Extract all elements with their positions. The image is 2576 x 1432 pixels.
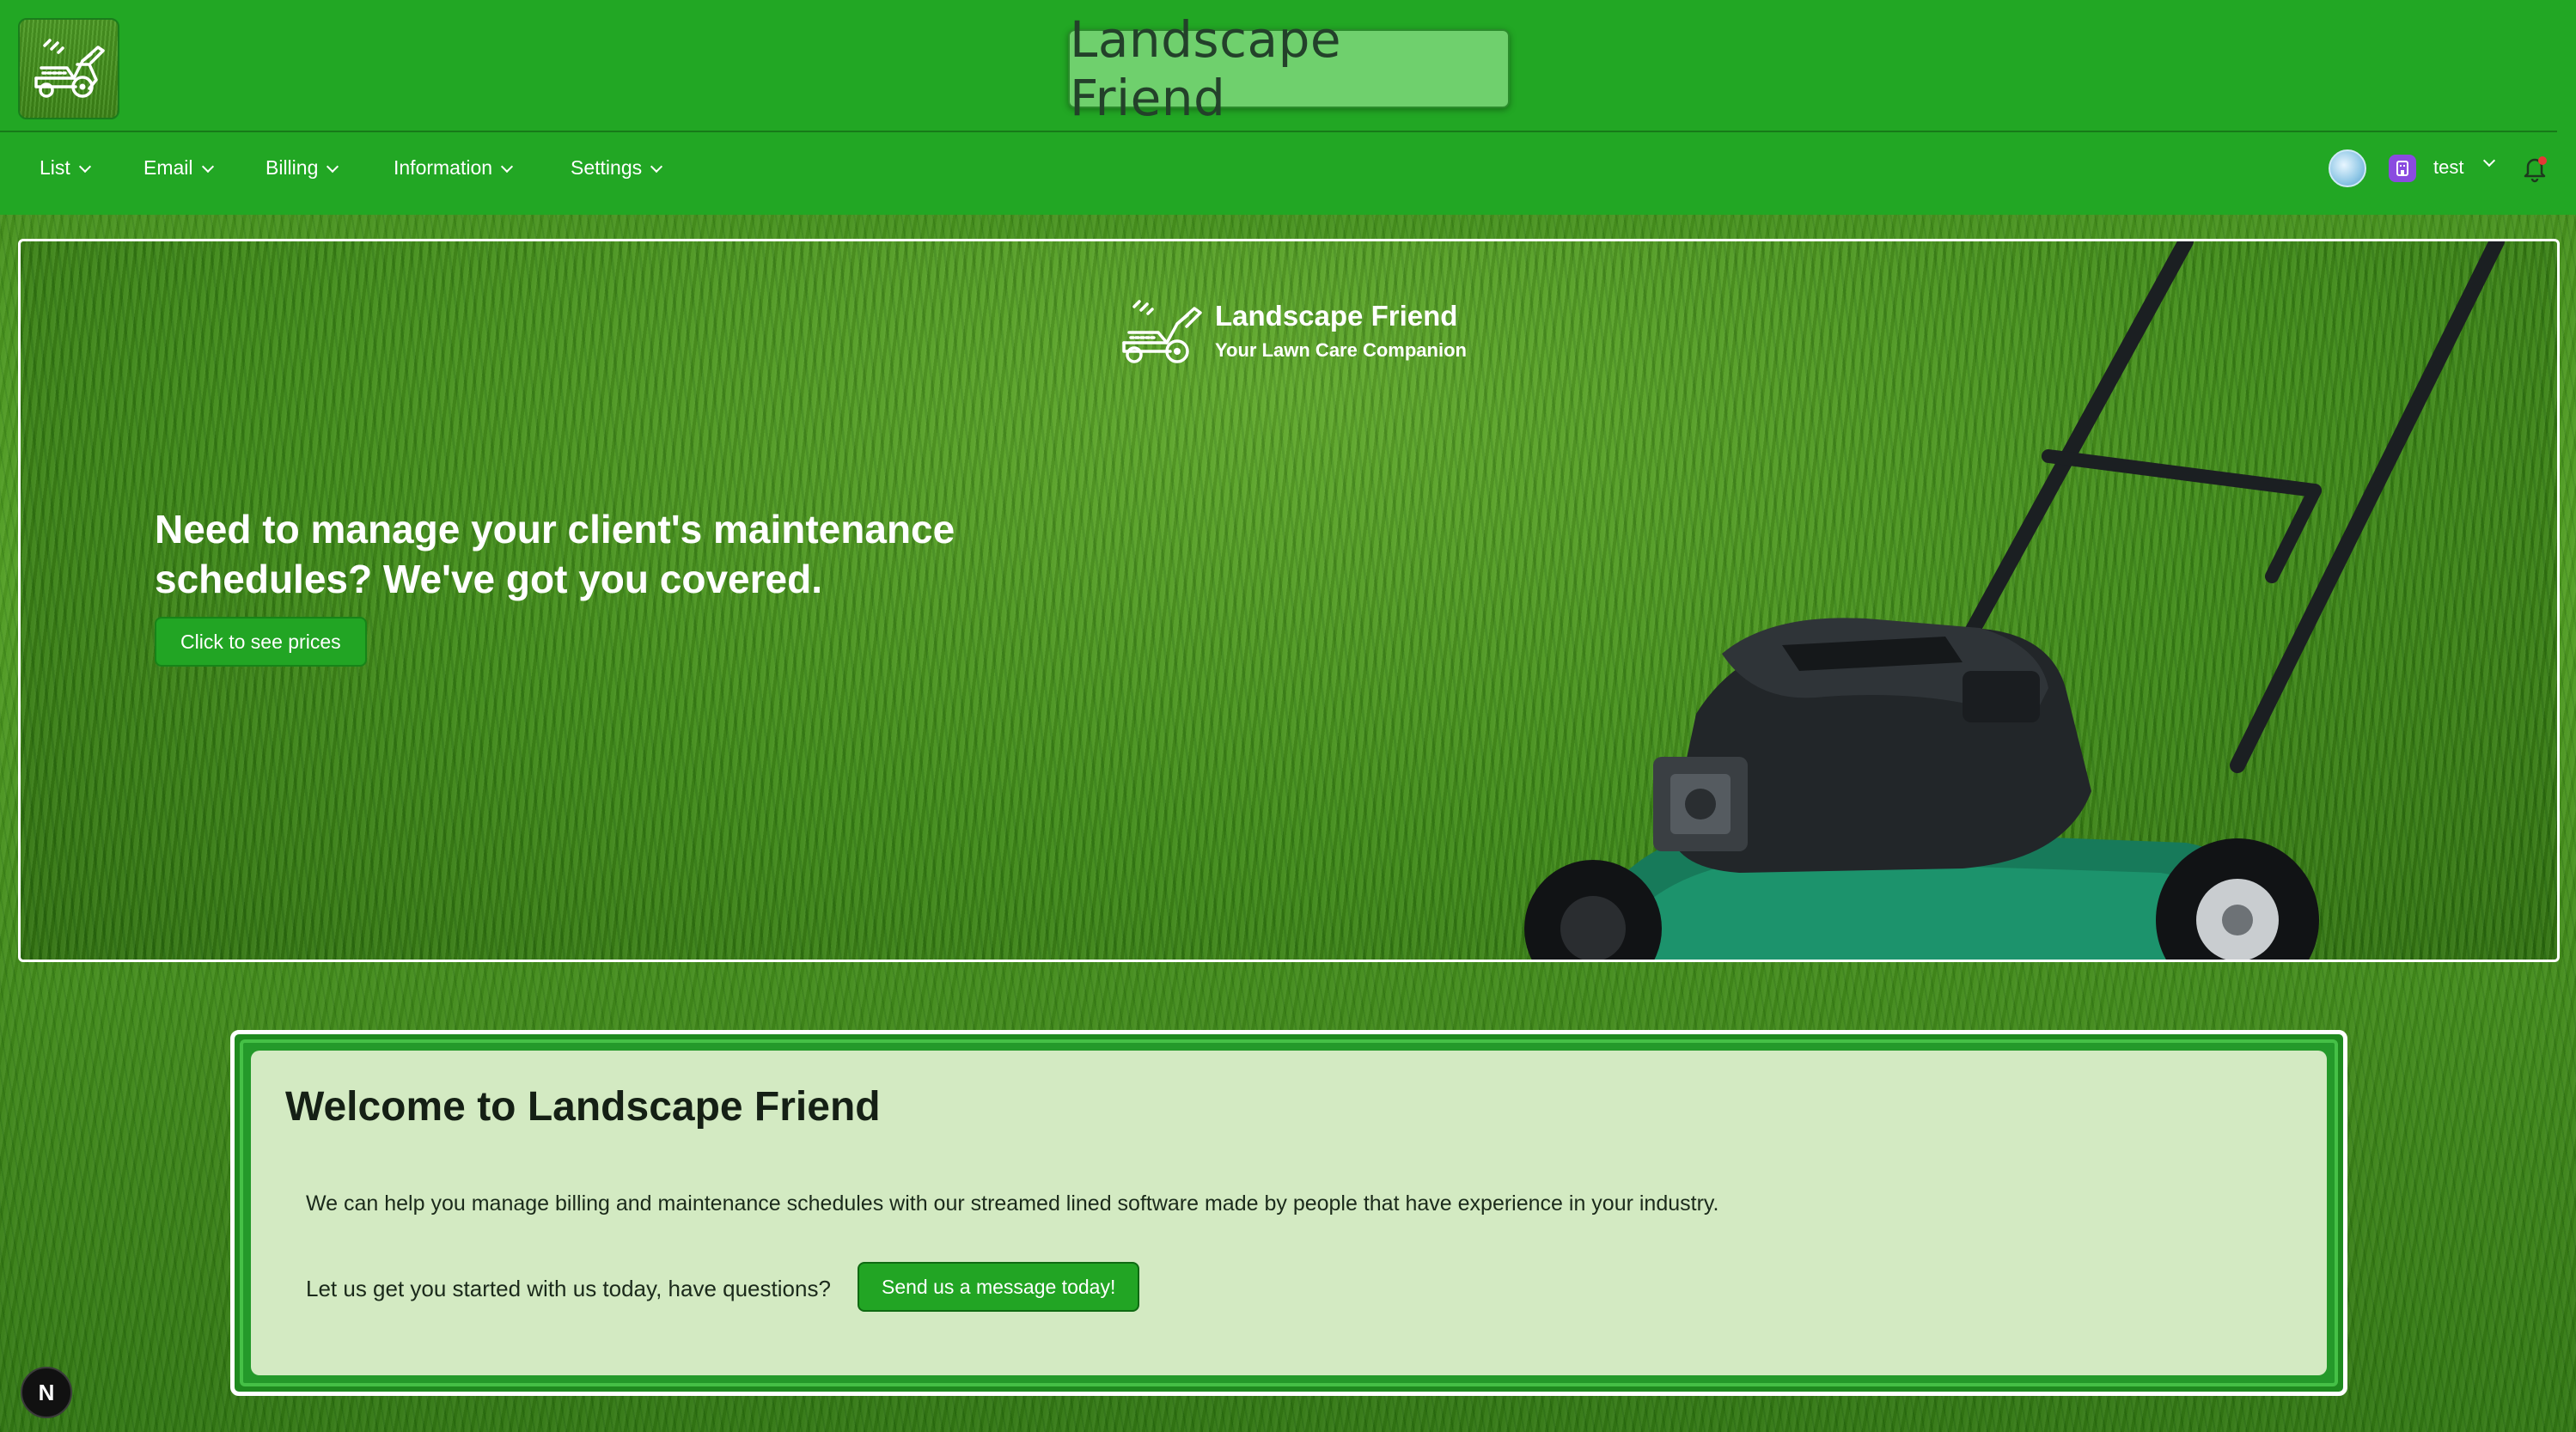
dev-badge-letter: N — [38, 1379, 55, 1405]
nav-item-list[interactable]: List — [40, 156, 91, 180]
welcome-card-frame: Welcome to Landscape Friend We can help … — [240, 1039, 2338, 1386]
header-divider — [0, 131, 2557, 132]
lawn-mower-icon — [34, 39, 105, 98]
notification-dot — [2538, 156, 2547, 165]
chevron-down-icon — [500, 160, 514, 173]
lawn-mower-icon — [1122, 300, 1202, 363]
nav-item-label: Email — [143, 156, 193, 179]
nav-item-settings[interactable]: Settings — [571, 156, 663, 180]
chevron-down-icon — [201, 160, 214, 173]
brand-title: Landscape Friend — [1070, 10, 1342, 127]
nav-item-billing[interactable]: Billing — [266, 156, 339, 180]
hero-brand-name: Landscape Friend — [1215, 300, 1458, 332]
hero-banner: Landscape Friend Your Lawn Care Companio… — [18, 239, 2560, 962]
nav-item-information[interactable]: Information — [394, 156, 514, 180]
hero-tagline: Your Lawn Care Companion — [1215, 339, 1467, 361]
notifications-button[interactable] — [2519, 153, 2550, 184]
app-logo[interactable] — [18, 18, 119, 119]
see-prices-button[interactable]: Click to see prices — [155, 617, 367, 667]
top-header: Landscape Friend List Email Billing Info… — [0, 0, 2576, 215]
chevron-down-icon — [78, 160, 91, 173]
chevron-down-icon — [2482, 154, 2496, 168]
building-icon — [2396, 161, 2408, 176]
nav-item-label: List — [40, 156, 70, 179]
chevron-down-icon — [650, 160, 663, 173]
globe-avatar-icon[interactable] — [2329, 149, 2366, 187]
welcome-card-body: Welcome to Landscape Friend We can help … — [251, 1051, 2327, 1375]
welcome-title: Welcome to Landscape Friend — [285, 1084, 881, 1130]
nav-item-label: Settings — [571, 156, 643, 179]
brand-title-box: Landscape Friend — [1068, 10, 1510, 127]
nav-item-email[interactable]: Email — [143, 156, 214, 180]
send-message-button[interactable]: Send us a message today! — [858, 1262, 1140, 1312]
user-name: test — [2433, 156, 2464, 178]
bell-icon — [2524, 156, 2547, 183]
welcome-card: Welcome to Landscape Friend We can help … — [230, 1030, 2347, 1396]
lawn-mower-image — [1524, 241, 2505, 960]
chevron-down-icon — [327, 160, 339, 173]
organization-icon — [2389, 155, 2416, 182]
hero-headline: Need to manage your client's maintenance… — [155, 507, 955, 601]
welcome-cta-text: Let us get you started with us today, ha… — [306, 1276, 831, 1301]
dev-tools-badge[interactable]: N — [21, 1367, 72, 1418]
nav-item-label: Billing — [266, 156, 319, 179]
welcome-description: We can help you manage billing and maint… — [306, 1191, 1719, 1216]
nav-item-label: Information — [394, 156, 493, 179]
